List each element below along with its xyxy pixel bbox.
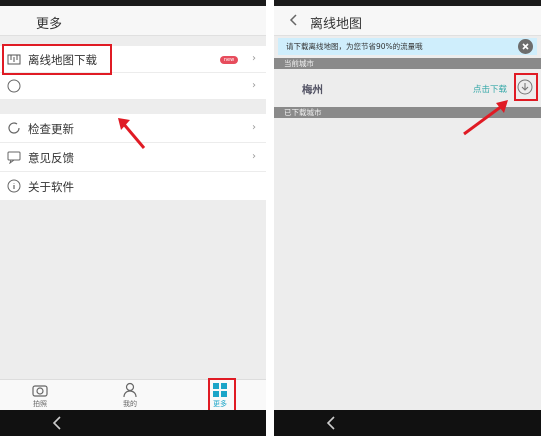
tab-camera-label: 拍照 [33,400,47,408]
page-title: 更多 [36,17,63,32]
back-arrow-icon[interactable] [288,14,298,26]
current-city-section: 当前城市 [274,58,541,69]
system-nav-bar [0,410,266,436]
nav-back-icon[interactable] [52,416,62,430]
offline-map-screen: 离线地图 请下载离线地图，为您节省90%的流量哦 当前城市 梅州 点击下载 已下… [274,0,541,436]
more-screen: 更多 离线地图下载 new › › 检查更新 › 意见反馈 › 关于软件 拍照 … [0,0,266,436]
highlight-box [514,73,538,101]
new-badge: new [220,56,238,64]
city-name: 梅州 [302,84,323,96]
close-icon[interactable] [518,39,533,54]
nav-back-icon[interactable] [326,416,336,430]
chevron-right-icon: › [252,53,256,64]
camera-icon [32,385,48,397]
about-label: 关于软件 [28,180,74,194]
feedback-label: 意见反馈 [28,151,74,165]
about-item[interactable]: 关于软件 [0,172,266,201]
info-icon [7,79,21,93]
red-arrow-annotation [118,118,146,149]
system-nav-bar [274,410,541,436]
chevron-right-icon: › [252,122,256,133]
notice-banner: 请下载离线地图，为您节省90%的流量哦 [278,38,537,55]
chevron-right-icon: › [252,151,256,162]
current-city-header: 当前城市 [284,59,314,68]
chat-icon [7,151,21,164]
offline-map-header: 离线地图 [274,6,541,36]
tab-camera[interactable]: 拍照 [20,382,60,409]
highlight-box [208,378,236,412]
download-link[interactable]: 点击下载 [473,83,507,95]
refresh-icon [8,122,20,134]
tab-mine[interactable]: 我的 [110,382,150,409]
check-update-label: 检查更新 [28,122,74,136]
red-arrow-annotation [463,100,508,136]
info-icon [7,179,21,193]
downloaded-header: 已下载城市 [284,108,322,117]
more-header: 更多 [0,6,266,36]
highlight-box [2,44,112,75]
page-title: 离线地图 [310,17,363,32]
settings-item-2[interactable]: › [0,73,266,100]
person-icon [123,382,137,398]
chevron-right-icon: › [252,80,256,91]
tab-mine-label: 我的 [123,400,137,408]
notice-text: 请下载离线地图，为您节省90%的流量哦 [286,42,423,51]
